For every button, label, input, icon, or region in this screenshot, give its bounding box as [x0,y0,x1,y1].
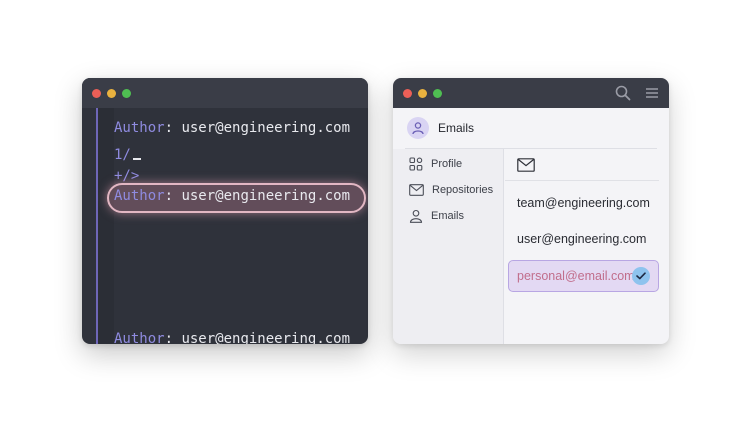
envelope-icon [409,184,424,196]
settings-sidebar: Profile Repositories Emails [393,149,504,344]
code-line: Author: user@engineering.com [114,331,350,344]
avatar [407,117,429,139]
terminal-window: Author: user@engineering.com 1/ +/> Auth… [82,78,368,344]
selected-email-text: personal@email.com [517,269,635,283]
separator: : [164,120,174,136]
envelope-icon [517,157,535,172]
page-header: Emails [393,108,669,148]
checkmark-icon [632,267,650,285]
separator: : [164,331,174,344]
gutter-indicator [96,108,98,344]
editor-gutter [98,108,114,344]
sidebar-item-label: Emails [431,210,465,222]
sidebar-item-label: Profile [431,158,463,170]
author-email: user@engineering.com [181,120,351,136]
code-line-highlighted[interactable]: Author: user@engineering.com [114,188,350,204]
maximize-dot-icon[interactable] [433,88,442,98]
maximize-dot-icon[interactable] [122,88,131,98]
email-list-item[interactable]: user@engineering.com [505,221,669,257]
close-dot-icon[interactable] [403,88,412,98]
sidebar-item-emails[interactable]: Emails [393,203,503,229]
sidebar-item-repositories[interactable]: Repositories [393,177,503,203]
terminal-titlebar [82,78,368,108]
email-list-item-selected[interactable]: personal@email.com [508,260,659,292]
code-text: 1/ [114,147,131,163]
author-email: user@engineering.com [181,188,351,204]
author-email: user@engineering.com [181,331,351,344]
close-dot-icon[interactable] [92,88,101,98]
email-list-item[interactable]: team@engineering.com [505,185,669,221]
minimize-dot-icon[interactable] [107,88,116,98]
page-title: Emails [438,121,475,135]
author-keyword: Author [114,188,165,204]
email-list-panel: team@engineering.com user@engineering.co… [505,149,669,344]
sidebar-item-profile[interactable]: Profile [393,151,503,177]
code-line: Author: user@engineering.com [114,120,350,136]
person-icon [412,122,424,135]
person-icon [409,209,423,223]
minimize-dot-icon[interactable] [418,88,427,98]
search-icon[interactable] [615,85,631,105]
email-list-header [505,149,659,181]
sidebar-item-label: Repositories [432,184,494,196]
email-settings-window: Emails Profile Repositories Emails team@… [393,78,669,344]
email-titlebar [393,78,669,108]
text-cursor [132,148,141,160]
separator: : [164,188,174,204]
menu-icon[interactable] [645,85,659,105]
author-keyword: Author [114,120,165,136]
code-text: +/> [114,168,140,184]
profile-grid-icon [409,157,423,171]
author-keyword: Author [114,331,165,344]
code-line: 1/ [114,147,141,163]
code-line: +/> [114,168,139,184]
